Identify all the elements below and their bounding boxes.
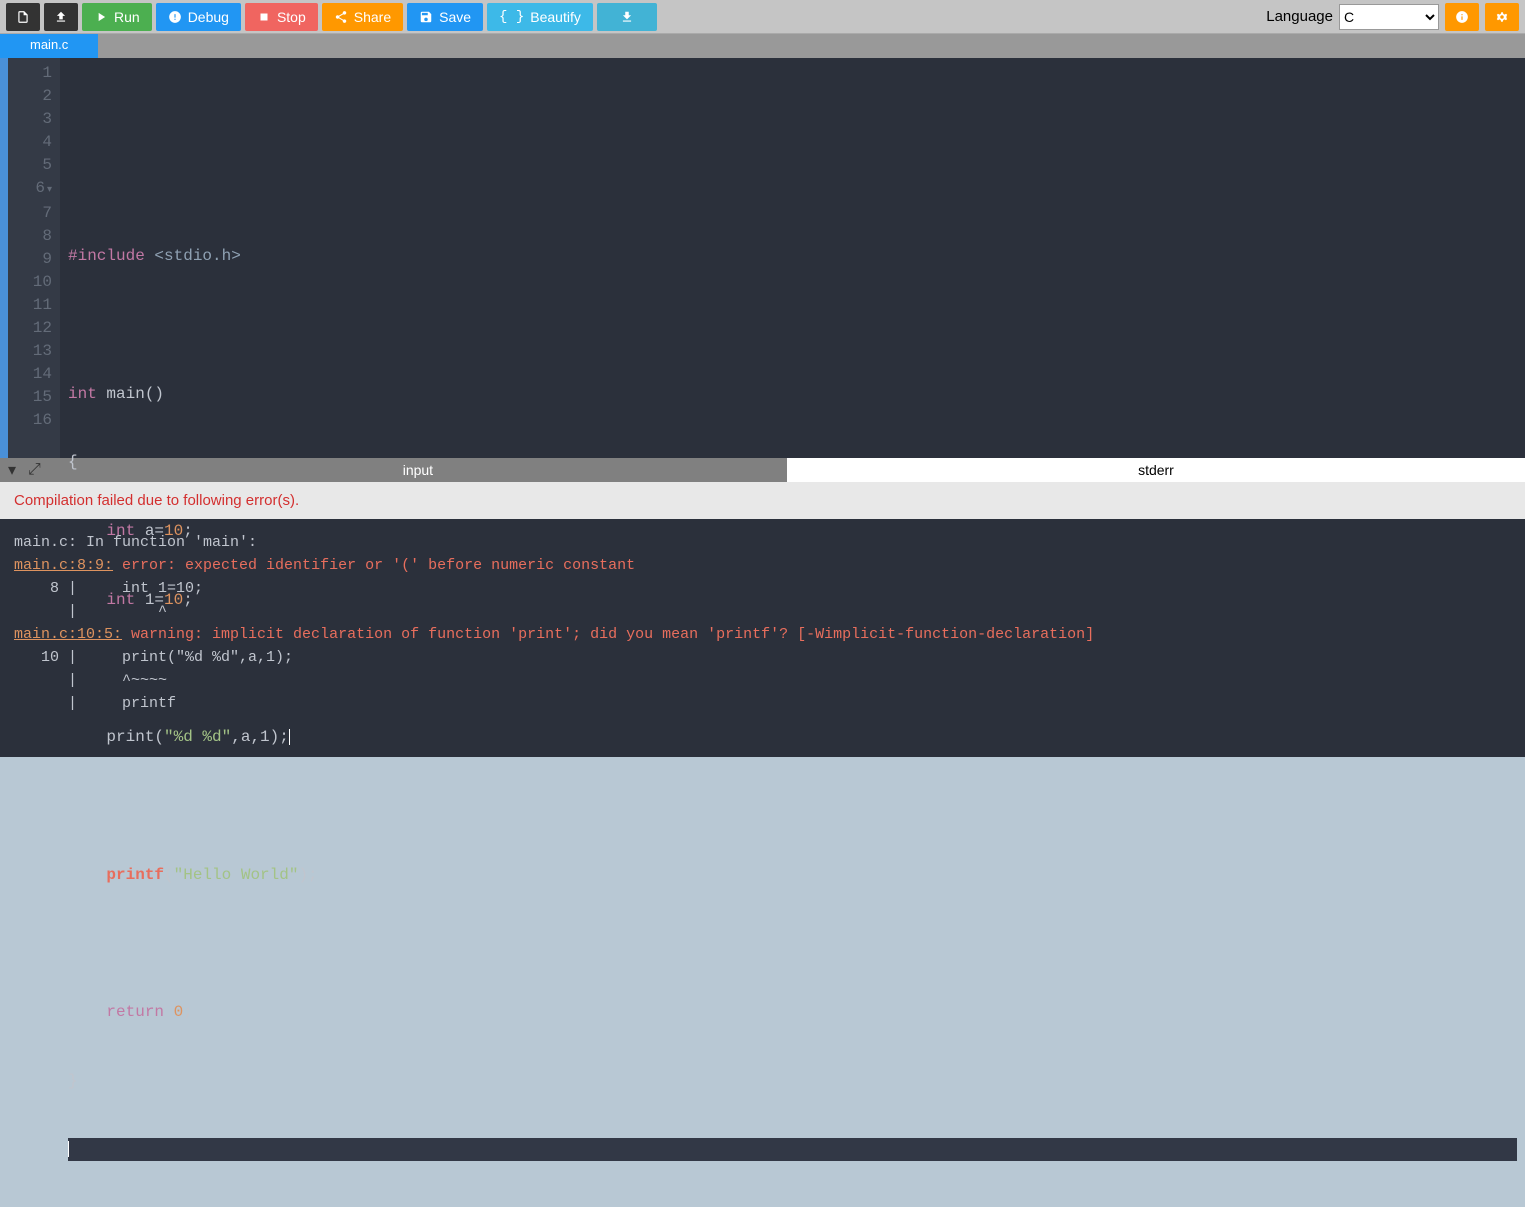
run-button[interactable]: Run bbox=[82, 3, 152, 31]
gear-icon bbox=[1495, 10, 1509, 24]
expand-icon[interactable]: ⤢ bbox=[28, 461, 41, 479]
language-label: Language bbox=[1266, 8, 1333, 25]
cursor-line16 bbox=[68, 1141, 69, 1157]
info-icon bbox=[1455, 10, 1469, 24]
stop-label: Stop bbox=[277, 9, 306, 25]
upload-icon bbox=[54, 10, 68, 24]
beautify-button[interactable]: { } Beautify bbox=[487, 3, 593, 31]
info-button[interactable] bbox=[1445, 3, 1479, 31]
save-icon bbox=[419, 10, 433, 24]
toolbar: Run Debug Stop Share Save { } Beautify L… bbox=[0, 0, 1525, 34]
code-area[interactable]: #include <stdio.h> int main() { int a=10… bbox=[60, 58, 1525, 458]
download-button[interactable] bbox=[597, 3, 657, 31]
save-label: Save bbox=[439, 9, 471, 25]
new-file-button[interactable] bbox=[6, 3, 40, 31]
editor[interactable]: 123456▾78910111213141516 #include <stdio… bbox=[0, 58, 1525, 458]
settings-button[interactable] bbox=[1485, 3, 1519, 31]
file-tab[interactable]: main.c bbox=[0, 34, 98, 58]
debug-icon bbox=[168, 10, 182, 24]
run-label: Run bbox=[114, 9, 140, 25]
language-select[interactable]: C bbox=[1339, 4, 1439, 30]
new-file-icon bbox=[16, 10, 30, 24]
play-icon bbox=[94, 10, 108, 24]
stop-button[interactable]: Stop bbox=[245, 3, 318, 31]
upload-button[interactable] bbox=[44, 3, 78, 31]
share-icon bbox=[334, 10, 348, 24]
share-label: Share bbox=[354, 9, 391, 25]
stop-icon bbox=[257, 10, 271, 24]
braces-icon: { } bbox=[499, 9, 524, 25]
save-button[interactable]: Save bbox=[407, 3, 483, 31]
cursor bbox=[289, 729, 290, 745]
beautify-label: Beautify bbox=[530, 9, 581, 25]
debug-button[interactable]: Debug bbox=[156, 3, 241, 31]
sidebar-strip bbox=[0, 58, 8, 458]
tabbar: main.c bbox=[0, 34, 1525, 58]
download-icon bbox=[620, 10, 634, 24]
share-button[interactable]: Share bbox=[322, 3, 403, 31]
line-gutter: 123456▾78910111213141516 bbox=[8, 58, 60, 458]
chevron-down-icon[interactable]: ▾ bbox=[8, 460, 16, 480]
debug-label: Debug bbox=[188, 9, 229, 25]
